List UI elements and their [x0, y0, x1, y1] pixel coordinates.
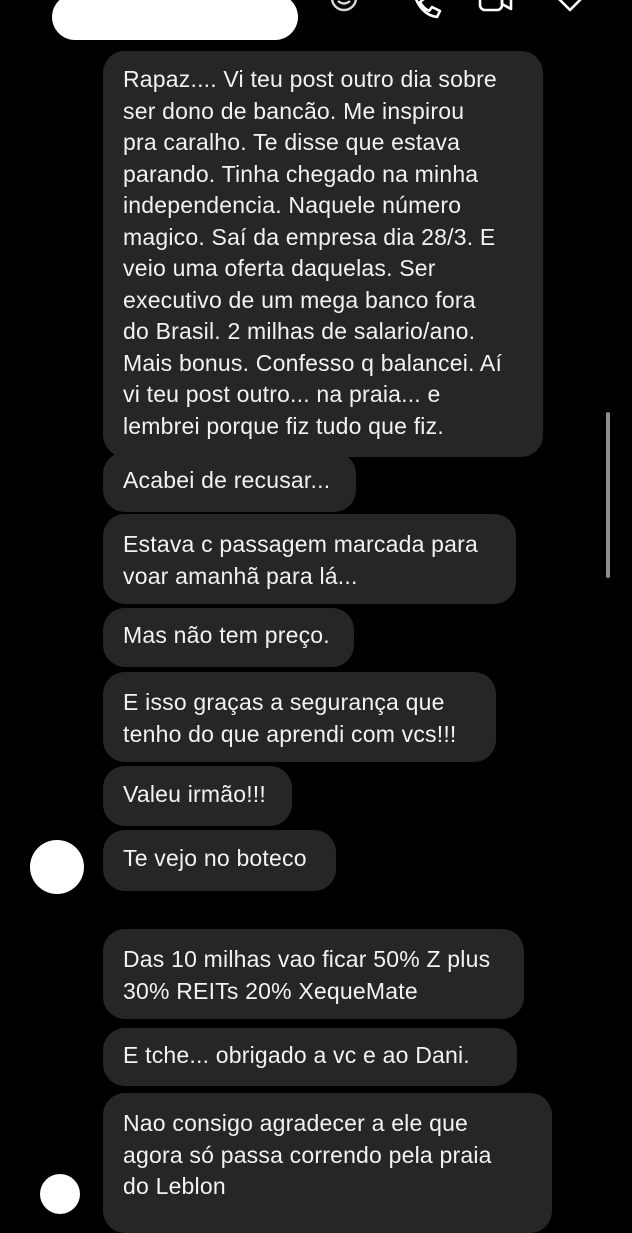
message-text: E isso graças a segurança que: [123, 689, 445, 715]
message-bubble[interactable]: Te vejo no boteco: [103, 830, 336, 891]
message-bubble[interactable]: Valeu irmão!!!: [103, 766, 292, 826]
message-bubble[interactable]: Mas não tem preço.: [103, 608, 354, 667]
message-bubble[interactable]: Estava c passagem marcada para voar amanh…: [103, 514, 516, 604]
message-text: Valeu irmão!!!: [123, 781, 266, 807]
message-text: ser dono de bancão. Me inspirou: [123, 97, 465, 124]
emoji-icon[interactable]: [326, 0, 362, 20]
message-text: 30% REITs 20% XequeMate: [123, 977, 418, 1004]
message-text: veio uma oferta daquelas. Ser: [123, 255, 436, 281]
scrollbar[interactable]: [606, 412, 610, 578]
message-bubble[interactable]: Acabei de recusar...: [103, 452, 356, 512]
message-bubble[interactable]: E isso graças a segurança que tenho do qu…: [103, 672, 496, 762]
video-icon[interactable]: [478, 0, 514, 20]
message-text: magico. Saí da empresa dia 28/3. E: [123, 223, 496, 250]
message-text: Te vejo no boteco: [123, 845, 307, 871]
heart-icon[interactable]: [552, 0, 588, 20]
contact-avatar[interactable]: [40, 1174, 80, 1214]
chat-header: [0, 0, 632, 44]
message-text: independencia. Naquele número: [123, 192, 462, 218]
message-text: Rapaz.... Vi teu post outro dia sobre: [123, 66, 497, 92]
message-text: parando. Tinha chegado na minha: [123, 160, 479, 187]
message-text: do Brasil. 2 milhas de salario/ano.: [123, 318, 476, 344]
contact-name-redacted[interactable]: [52, 0, 298, 40]
message-text: Mais bonus. Confesso q balancei. Aí: [123, 349, 503, 376]
message-text: Estava c passagem marcada para: [123, 531, 479, 557]
message-text: Das 10 milhas vao ficar 50% Z plus: [123, 946, 491, 972]
message-text: Mas não tem preço.: [123, 622, 330, 648]
message-text: Acabei de recusar...: [123, 467, 331, 493]
message-text: Nao consigo agradecer a ele que: [123, 1110, 469, 1136]
message-bubble[interactable]: Das 10 milhas vao ficar 50% Z plus 30% RE…: [103, 929, 524, 1019]
phone-icon[interactable]: [408, 0, 444, 20]
message-text: lembrei porque fiz tudo que fiz.: [123, 412, 444, 439]
message-text: voar amanhã para lá...: [123, 562, 358, 589]
message-text: do Leblon: [123, 1173, 226, 1199]
message-text: vi teu post outro... na praia... e: [123, 381, 441, 407]
message-text: tenho do que aprendi com vcs!!!: [123, 720, 457, 747]
message-bubble[interactable]: E tche... obrigado a vc e ao Dani.: [103, 1028, 517, 1086]
message-bubble[interactable]: Nao consigo agradecer a ele que agora só …: [103, 1093, 552, 1233]
contact-avatar[interactable]: [30, 840, 84, 894]
message-text: executivo de um mega banco fora: [123, 286, 476, 313]
message-bubble[interactable]: Rapaz.... Vi teu post outro dia sobre ser…: [103, 51, 543, 457]
message-text: pra caralho. Te disse que estava: [123, 129, 461, 155]
message-text: agora só passa correndo pela praia: [123, 1141, 492, 1168]
message-text: E tche... obrigado a vc e ao Dani.: [123, 1042, 470, 1068]
